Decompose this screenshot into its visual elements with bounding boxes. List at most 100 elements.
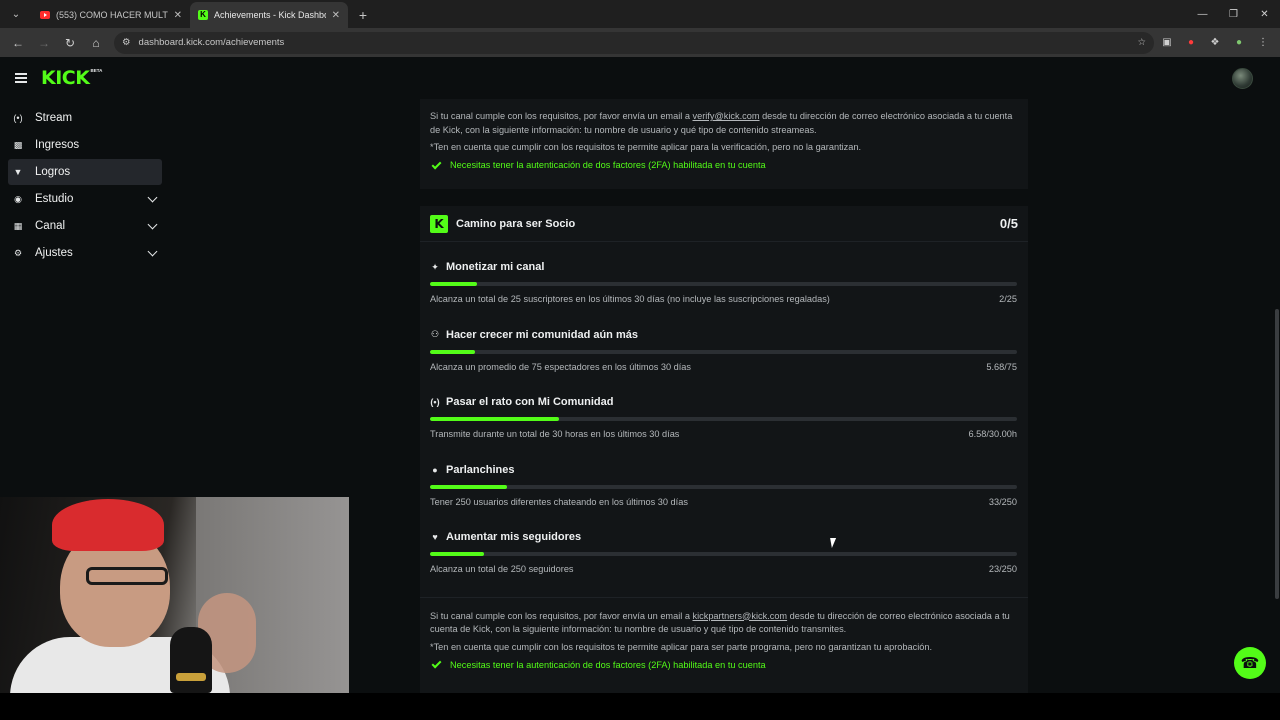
webcam-person-glasses	[86, 567, 168, 585]
chevron-down-icon	[147, 192, 158, 203]
profile-icon[interactable]: ●	[1228, 32, 1250, 54]
goal-description: Transmite durante un total de 30 horas e…	[430, 429, 680, 439]
scrollbar-thumb[interactable]	[1275, 309, 1279, 599]
browser-toolbar: ← → ↻ ⌂ ⚙ dashboard.kick.com/achievement…	[0, 28, 1280, 57]
goal-description: Alcanza un total de 250 seguidores	[430, 564, 574, 574]
extension-record-icon[interactable]: ●	[1180, 32, 1202, 54]
bookmark-star-icon[interactable]: ☆	[1137, 37, 1146, 48]
goal-title: ● Parlanchines	[430, 464, 514, 476]
chat-icon: ●	[432, 464, 438, 475]
headset-icon: ☎	[1240, 655, 1260, 672]
kick-badge-icon: K	[430, 214, 448, 233]
home-button[interactable]: ⌂	[84, 31, 108, 55]
url-text: dashboard.kick.com/achievements	[138, 37, 285, 48]
reload-button[interactable]: ↻	[58, 31, 82, 55]
chevron-down-icon	[147, 219, 158, 230]
browser-tab-youtube[interactable]: (553) COMO HACER MULTISTR... ✕	[32, 2, 190, 28]
browser-tab-kick[interactable]: K Achievements - Kick Dashboard ✕	[190, 2, 348, 28]
close-window-icon[interactable]: ✕	[1249, 0, 1280, 28]
goal-title: ⚇ Hacer crecer mi comunidad aún más	[430, 329, 638, 341]
goal-description: Alcanza un promedio de 75 espectadores e…	[430, 361, 691, 372]
verify-email-link[interactable]: verify@kick.com	[693, 111, 760, 121]
gear-icon: ⚙	[13, 247, 23, 258]
minimize-icon[interactable]: —	[1187, 0, 1218, 28]
arrow-right-icon: →	[38, 35, 50, 50]
goal-progress-bar	[430, 349, 1017, 354]
browser-tab-strip: ⌄ (553) COMO HACER MULTISTR... ✕ K Achie…	[0, 0, 1280, 28]
goal-title: ♥ Aumentar mis seguidores	[430, 531, 581, 543]
goal-progress-bar	[430, 552, 1017, 556]
goal-title-text: Parlanchines	[446, 463, 515, 476]
sidebar-item-ingresos[interactable]: ▩ Ingresos	[8, 132, 162, 158]
instruction-text: Si tu canal cumple con los requisitos, p…	[430, 111, 693, 121]
webcam-person-cap	[52, 499, 164, 551]
trophy-icon: ▼	[13, 167, 23, 177]
verification-card: Si tu canal cumple con los requisitos, p…	[420, 99, 1028, 189]
chevron-down-icon	[147, 246, 158, 257]
chevron-down-icon: ⌄	[11, 8, 21, 20]
goal-progress-fill	[430, 552, 484, 556]
tab-title: Achievements - Kick Dashboard	[214, 10, 326, 20]
extensions-puzzle-icon[interactable]: ❖	[1204, 32, 1226, 54]
twofa-text: Necesitas tener la autenticación de dos …	[450, 659, 766, 670]
menu-icon[interactable]	[15, 73, 27, 83]
sidebar-item-ajustes[interactable]: ⚙ Ajustes	[8, 240, 162, 266]
chart-icon: ▩	[13, 139, 23, 150]
goal-progress-fill	[430, 484, 508, 489]
home-icon: ⌂	[92, 35, 100, 50]
extension-icon[interactable]: ▣	[1156, 32, 1178, 54]
restore-icon[interactable]: ❐	[1218, 0, 1249, 28]
sidebar-item-logros[interactable]: ▼ Logros	[8, 159, 162, 185]
tab-search-button[interactable]: ⌄	[4, 2, 28, 26]
goal-title: (•) Pasar el rato con Mi Comunidad	[430, 396, 613, 408]
forward-button[interactable]: →	[32, 31, 56, 55]
beta-badge: BETA	[90, 68, 103, 73]
studio-icon: ◉	[14, 193, 22, 204]
tab-title: (553) COMO HACER MULTISTR...	[56, 10, 168, 20]
goal-title-text: Hacer crecer mi comunidad aún más	[446, 328, 638, 341]
heart-icon: ♥	[432, 532, 438, 542]
sparkle-icon: ✦	[431, 261, 439, 272]
goal-item: ● Parlanchines Tener 250 usuarios diferent…	[430, 445, 1018, 513]
window-controls: — ❐ ✕	[1187, 0, 1280, 28]
bottom-letterbox	[0, 693, 1280, 720]
support-chat-button[interactable]: ☎	[1234, 647, 1266, 679]
sidebar-item-stream[interactable]: (•) Stream	[8, 105, 162, 131]
twofa-text: Necesitas tener la autenticación de dos …	[450, 160, 766, 170]
arrow-left-icon: ←	[12, 35, 24, 50]
avatar[interactable]	[1232, 68, 1253, 89]
goal-title-text: Monetizar mi canal	[446, 261, 545, 273]
achievements-content: Si tu canal cumple con los requisitos, p…	[420, 99, 1028, 696]
close-icon[interactable]: ✕	[332, 10, 340, 21]
goal-value: 33/250	[988, 496, 1017, 507]
close-icon[interactable]: ✕	[174, 10, 182, 21]
goal-title-text: Pasar el rato con Mi Comunidad	[446, 396, 614, 408]
check-icon	[431, 658, 442, 669]
sidebar-item-label: Ajustes	[35, 247, 73, 259]
goal-progress-bar	[430, 282, 1017, 286]
webcam-microphone	[170, 627, 212, 693]
reload-icon: ↻	[64, 35, 76, 50]
webcam-overlay	[0, 497, 349, 693]
partner-path-count: 0/5	[999, 216, 1018, 231]
kick-logo[interactable]: KICK BETA	[41, 68, 102, 88]
site-settings-icon[interactable]: ⚙	[122, 37, 131, 48]
goal-item: ✦ Monetizar mi canal Alcanza un total de 2…	[430, 242, 1018, 310]
partner-instructions: Si tu canal cumple con los requisitos, p…	[420, 596, 1028, 670]
goal-progress-fill	[430, 282, 477, 286]
page-scrollbar[interactable]	[1275, 99, 1280, 720]
sidebar-item-estudio[interactable]: ◉ Estudio	[8, 186, 162, 212]
new-tab-button[interactable]: +	[352, 4, 374, 26]
youtube-icon	[40, 11, 50, 19]
verification-instructions: Si tu canal cumple con los requisitos, p…	[430, 110, 1018, 137]
goal-description: Tener 250 usuarios diferentes chateando …	[430, 496, 688, 507]
channel-icon: ▦	[13, 220, 23, 231]
partner-path-header: K Camino para ser Socio 0/5	[420, 206, 1028, 242]
kick-icon: K	[198, 10, 208, 20]
address-bar[interactable]: ⚙ dashboard.kick.com/achievements ☆	[114, 31, 1154, 54]
sidebar-item-canal[interactable]: ▦ Canal	[8, 213, 162, 239]
back-button[interactable]: ←	[6, 31, 30, 55]
browser-menu-icon[interactable]: ⋮	[1252, 32, 1274, 54]
partner-email-link[interactable]: kickpartners@kick.com	[693, 611, 788, 621]
check-icon	[431, 159, 442, 169]
